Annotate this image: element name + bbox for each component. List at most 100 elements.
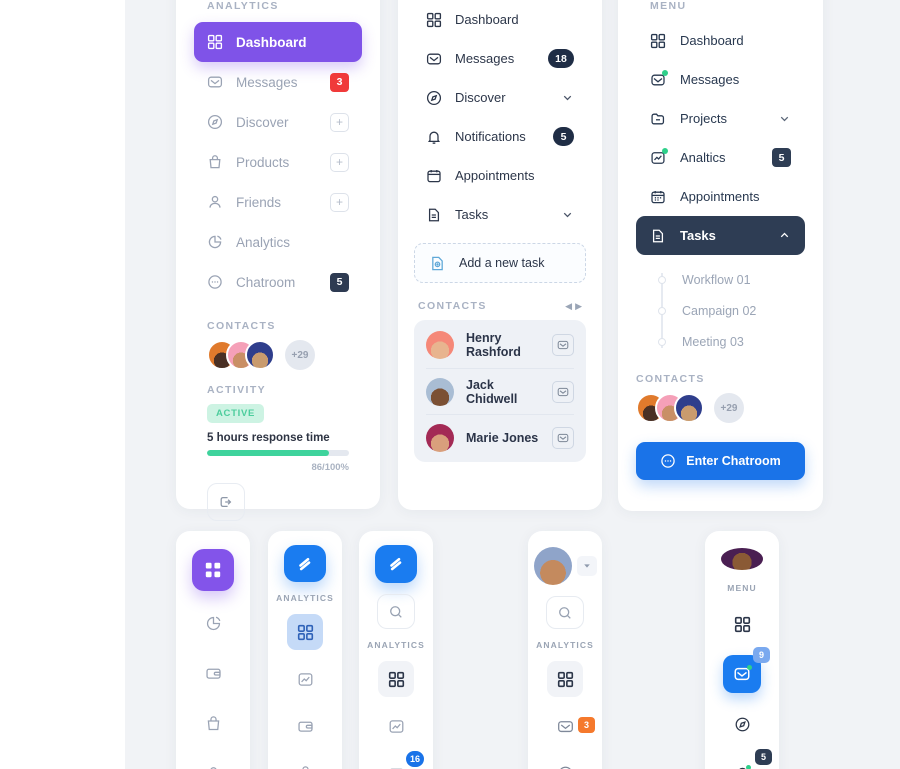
sidebar-item-analytics[interactable]: Analytics: [194, 222, 362, 262]
sublist-item[interactable]: Workflow 01: [658, 264, 805, 295]
rail-item-messages[interactable]: 3: [547, 708, 595, 744]
search-button[interactable]: [546, 596, 584, 629]
chevron-up-icon[interactable]: [778, 229, 791, 242]
sublist-item[interactable]: Meeting 03: [658, 326, 805, 357]
bag-icon: [297, 765, 314, 769]
rail-item-dashboard[interactable]: [378, 661, 414, 697]
grid-icon: [426, 12, 442, 28]
sublist-item-label: Meeting 03: [682, 334, 744, 349]
menu-item-dashboard[interactable]: Dashboard: [414, 0, 586, 39]
rail-item-chart[interactable]: [287, 661, 323, 697]
add-new-task-label: Add a new task: [459, 256, 545, 270]
rail-item-wallet[interactable]: [287, 708, 323, 744]
envelope-icon: [426, 51, 442, 67]
message-contact-button[interactable]: [552, 380, 574, 403]
contact-list-item[interactable]: Marie Jones: [426, 414, 574, 460]
rail-item-friends[interactable]: [195, 755, 231, 769]
menu-item-discover[interactable]: Discover: [414, 78, 586, 117]
rail-logo-brand[interactable]: [284, 545, 326, 582]
menu-item-appointments[interactable]: Appointments: [636, 177, 805, 216]
sidebar-item-products[interactable]: Products +: [194, 142, 362, 182]
bag-icon: [207, 154, 223, 170]
prev-arrow-icon[interactable]: ◀: [565, 301, 572, 312]
add-document-icon: [429, 255, 446, 272]
contact-list-item[interactable]: Henry Rashford: [426, 322, 574, 368]
contacts-more-count[interactable]: +29: [714, 393, 744, 423]
sidebar-item-discover[interactable]: Discover +: [194, 102, 362, 142]
rail-logo-dashboard[interactable]: [192, 549, 234, 591]
enter-chatroom-button[interactable]: Enter Chatroom: [636, 442, 805, 480]
envelope-icon: [557, 718, 574, 735]
rail-item-analytics[interactable]: [195, 605, 231, 641]
menu-item-notifications[interactable]: Notifications 5: [414, 117, 586, 156]
section-label-analytics: ANALYTICS: [207, 0, 279, 12]
avatar[interactable]: [533, 547, 572, 585]
rail-item-dashboard[interactable]: [724, 606, 760, 642]
sidebar-item-friends[interactable]: Friends +: [194, 182, 362, 222]
sidebar-item-chatroom[interactable]: Chatroom 5: [194, 262, 362, 302]
menu-item-label: Dashboard: [455, 12, 519, 27]
contacts-pager[interactable]: ◀ ▶: [565, 301, 582, 312]
menu-item-label: Discover: [455, 90, 506, 105]
badge-count: 5: [553, 127, 574, 146]
badge-count: 16: [405, 751, 424, 767]
rail-item-products[interactable]: [287, 755, 323, 769]
add-button[interactable]: +: [330, 192, 349, 212]
next-arrow-icon[interactable]: ▶: [575, 301, 582, 312]
menu-item-analtics[interactable]: Analtics 5: [636, 138, 805, 177]
section-label-contacts: CONTACTS: [418, 300, 487, 312]
rail-logo-brand[interactable]: [375, 545, 417, 584]
menu-item-label: Tasks: [455, 207, 489, 222]
chevron-down-icon[interactable]: [561, 91, 574, 104]
menu-item-messages[interactable]: Messages 18: [414, 39, 586, 78]
rail-item-discover[interactable]: [547, 755, 583, 769]
sublist-item[interactable]: Campaign 02: [658, 295, 805, 326]
message-contact-button[interactable]: [552, 334, 574, 356]
add-button[interactable]: +: [330, 112, 349, 132]
rail-item-wallet[interactable]: [195, 655, 231, 691]
rail-item-dashboard[interactable]: [287, 614, 323, 650]
message-contact-button[interactable]: [552, 426, 574, 449]
menu-item-tasks[interactable]: Tasks: [414, 195, 586, 234]
rail-item-dashboard[interactable]: [547, 661, 583, 697]
avatar[interactable]: [245, 340, 275, 370]
avatar[interactable]: [721, 548, 763, 570]
pie-icon: [207, 234, 223, 250]
rail-item-chart[interactable]: [378, 708, 414, 744]
rail-section-label: ANALYTICS: [367, 640, 425, 650]
rail-item-products[interactable]: [195, 705, 231, 741]
grid-icon: [207, 34, 223, 50]
avatar[interactable]: [674, 393, 704, 423]
search-icon: [388, 604, 404, 620]
menu-item-projects[interactable]: Projects: [636, 99, 805, 138]
menu-item-appointments[interactable]: Appointments: [414, 156, 586, 195]
menu-item-messages[interactable]: Messages: [636, 60, 805, 99]
avatar: [426, 377, 454, 406]
add-button[interactable]: +: [330, 152, 349, 172]
contacts-avatar-stack[interactable]: +29: [194, 340, 362, 370]
contacts-avatar-stack[interactable]: +29: [636, 393, 805, 423]
add-new-task-button[interactable]: Add a new task: [414, 243, 586, 283]
chevron-down-icon[interactable]: [561, 208, 574, 221]
menu-item-dashboard[interactable]: Dashboard: [636, 21, 805, 60]
rail-purple: [176, 531, 250, 769]
contacts-more-count[interactable]: +29: [285, 340, 315, 370]
contact-list-item[interactable]: Jack Chidwell: [426, 368, 574, 414]
rail-item-messages[interactable]: 9: [723, 647, 770, 693]
unread-dot: [662, 147, 668, 154]
logout-button[interactable]: [207, 483, 245, 521]
sidebar-item-dashboard[interactable]: Dashboard: [194, 22, 362, 62]
sidebar-item-messages[interactable]: Messages 3: [194, 62, 362, 102]
response-time-text: 5 hours response time: [207, 432, 330, 444]
rail-item-notifications[interactable]: 5: [724, 749, 772, 769]
user-icon: [205, 765, 222, 769]
menu-item-label: Messages: [455, 51, 515, 66]
search-button[interactable]: [377, 594, 415, 629]
rail-analytics-search: ANALYTICS 16: [359, 531, 433, 769]
rail-item-wallet[interactable]: 16: [378, 751, 424, 769]
badge-count: 3: [330, 72, 349, 92]
menu-item-tasks[interactable]: Tasks: [636, 216, 805, 255]
rail-item-discover[interactable]: [724, 706, 760, 742]
chevron-down-icon[interactable]: [778, 112, 791, 125]
avatar-dropdown-button[interactable]: [576, 556, 597, 576]
